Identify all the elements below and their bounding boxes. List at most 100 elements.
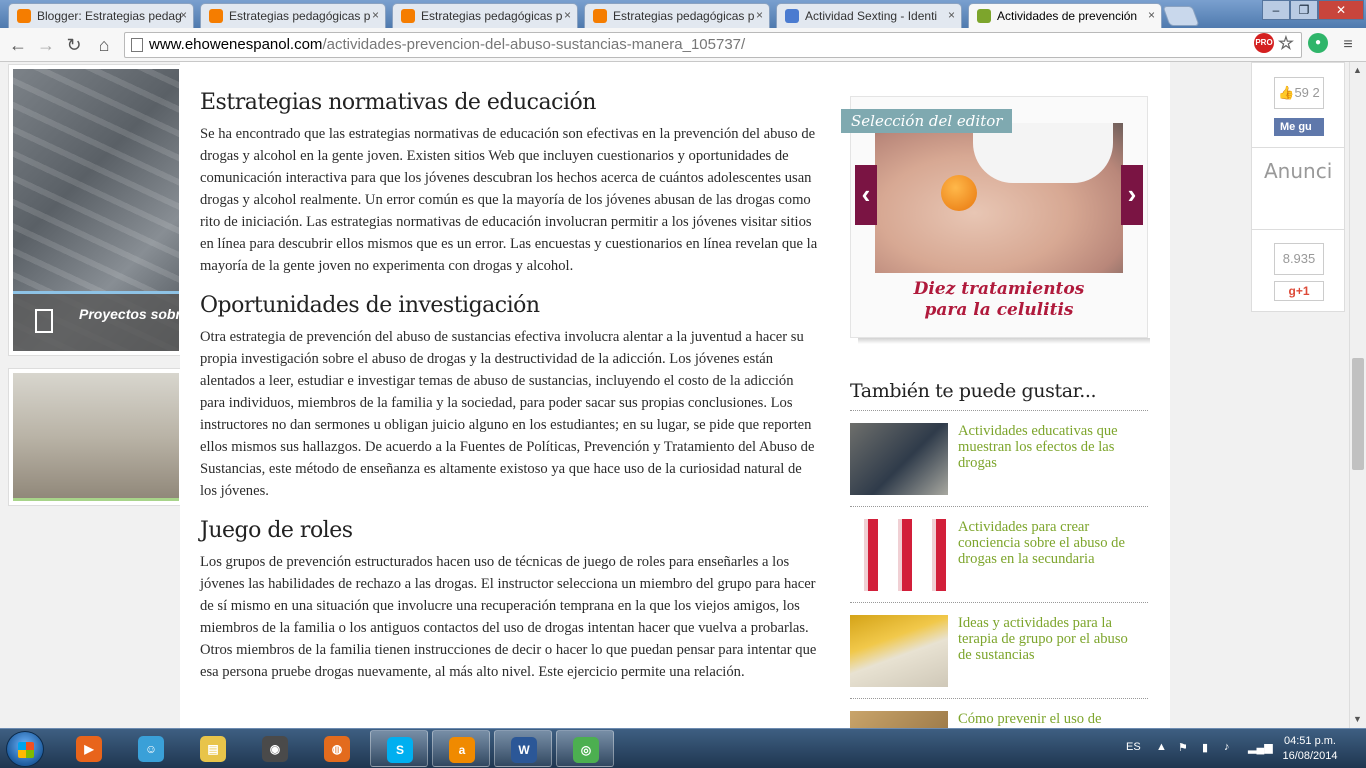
taskbar-app-file-explorer[interactable]: ▤	[184, 730, 242, 767]
carousel-next-button[interactable]: ›	[1121, 165, 1143, 225]
related-item[interactable]: Actividades educativas que muestran los …	[850, 411, 1148, 507]
volume-icon[interactable]: ♪	[1224, 741, 1230, 753]
action-center-flag-icon[interactable]: ⚑	[1178, 741, 1188, 754]
chrome-icon: ◎	[573, 737, 599, 763]
page-icon	[131, 38, 143, 52]
tab-estrategias-3[interactable]: Estrategias pedagógicas p ×	[584, 3, 770, 28]
firefox-icon: ◍	[324, 736, 350, 762]
tab-sexting[interactable]: Actividad Sexting - Identi ×	[776, 3, 962, 28]
minimize-button[interactable]: ‒	[1262, 0, 1290, 20]
reload-button[interactable]: ↻	[62, 33, 86, 57]
related-link[interactable]: Actividades educativas que muestran los …	[958, 423, 1144, 471]
related-item[interactable]: Cómo prevenir el uso de	[850, 699, 1148, 728]
taskbar-app-firefox[interactable]: ◍	[308, 730, 366, 767]
extension-icon[interactable]: ●	[1308, 33, 1328, 53]
blogger-icon	[593, 9, 607, 23]
widget-shadow	[858, 338, 1150, 344]
bookmark-star-icon[interactable]: ☆	[1276, 33, 1296, 53]
editor-pick-tag: Selección del editor	[841, 109, 1013, 133]
gplus-button[interactable]: g+1	[1274, 281, 1324, 301]
tab-estrategias-1[interactable]: Estrategias pedagógicas p ×	[200, 3, 386, 28]
related-thumbnail	[850, 519, 948, 591]
browser-titlebar: Blogger: Estrategias pedag × Estrategias…	[0, 0, 1366, 28]
tab-estrategias-2[interactable]: Estrategias pedagógicas p ×	[392, 3, 578, 28]
section-body: Otra estrategia de prevención del abuso …	[200, 329, 815, 499]
forward-button[interactable]: →	[34, 33, 58, 57]
close-icon[interactable]: ×	[1148, 8, 1155, 22]
tab-label: Blogger: Estrategias pedag	[37, 9, 182, 23]
tab-label: Actividad Sexting - Identi	[805, 9, 938, 23]
close-icon[interactable]: ×	[756, 8, 763, 22]
show-hidden-icons[interactable]: ▲	[1156, 741, 1167, 753]
start-button[interactable]	[6, 731, 44, 767]
taskbar-app-word[interactable]: W	[494, 730, 552, 767]
taskbar-app-network-people[interactable]: ☺	[122, 730, 180, 767]
carousel-prev-button[interactable]: ‹	[855, 165, 877, 225]
related-title: También te puede gustar...	[850, 380, 1097, 402]
media-player-icon: ▶	[76, 736, 102, 762]
document-icon	[785, 9, 799, 23]
word-icon: W	[511, 737, 537, 763]
gplus-count: 8.935	[1274, 243, 1324, 275]
scrollbar-thumb[interactable]	[1352, 358, 1364, 470]
language-indicator[interactable]: ES	[1126, 741, 1141, 753]
close-icon[interactable]: ×	[564, 8, 571, 22]
taskbar-app-avast[interactable]: a	[432, 730, 490, 767]
related-thumbnail	[850, 711, 948, 728]
taskbar-app-webcam[interactable]: ◉	[246, 730, 304, 767]
pro-extension-icon[interactable]: PRO	[1254, 33, 1274, 53]
tab-blogger[interactable]: Blogger: Estrategias pedag ×	[8, 3, 194, 28]
orange-shape	[941, 175, 977, 211]
section-body: Se ha encontrado que las estrategias nor…	[200, 126, 818, 274]
windows-taskbar: ▶ ☺ ▤ ◉ ◍ Sa W ◎ ES ▲ ⚑ ▮ ♪ ▂▄▆ 04:51 p.m. 16/0…	[0, 728, 1366, 768]
network-icon[interactable]: ▂▄▆	[1248, 741, 1273, 754]
close-window-button[interactable]: ✕	[1318, 0, 1364, 20]
related-card-drugs[interactable]: Proyectos sobre drogas para adolescentes	[8, 64, 184, 356]
url-path: /actividades-prevencion-del-abuso-sustan…	[322, 36, 746, 53]
ehow-icon	[977, 9, 991, 23]
classroom-image	[13, 373, 179, 501]
related-item[interactable]: Ideas y actividades para la terapia de g…	[850, 603, 1148, 699]
power-icon[interactable]: ▮	[1202, 741, 1208, 754]
related-item[interactable]: Actividades para crear conciencia sobre …	[850, 507, 1148, 603]
related-link[interactable]: Actividades para crear conciencia sobre …	[958, 519, 1144, 567]
editor-pick-caption[interactable]: Diez tratamientos para la celulitis	[851, 279, 1147, 321]
related-card-classroom[interactable]	[8, 368, 184, 506]
blogger-icon	[209, 9, 223, 23]
fb-like-button[interactable]: Me gu	[1274, 118, 1324, 136]
tab-label: Estrategias pedagógicas p	[421, 9, 563, 23]
close-icon[interactable]: ×	[948, 8, 955, 22]
browser-toolbar: ← → ↻ ⌂ www.ehowenespanol.com/actividade…	[0, 28, 1366, 62]
avast-icon: a	[449, 737, 475, 763]
editor-pick-image[interactable]	[875, 123, 1123, 273]
social-sidebar: 👍59 2 Me gu Anunci 8.935 g+1	[1251, 62, 1345, 312]
taskbar-app-skype[interactable]: S	[370, 730, 428, 767]
tab-actividades[interactable]: Actividades de prevención ×	[968, 3, 1162, 28]
maximize-button[interactable]: ❐	[1290, 0, 1318, 20]
tab-label: Actividades de prevención	[997, 9, 1138, 23]
syringes-image: Proyectos sobre drogas para adolescentes	[13, 69, 179, 351]
scroll-down-icon[interactable]: ▼	[1353, 714, 1362, 724]
related-link[interactable]: Cómo prevenir el uso de	[958, 711, 1144, 727]
back-button[interactable]: ←	[6, 33, 30, 57]
address-bar[interactable]: www.ehowenespanol.com/actividades-preven…	[124, 32, 1302, 58]
section-heading: Juego de roles	[200, 518, 353, 543]
taskbar-clock[interactable]: 04:51 p.m. 16/08/2014	[1270, 734, 1350, 764]
close-icon[interactable]: ×	[180, 8, 187, 22]
home-button[interactable]: ⌂	[92, 33, 116, 57]
scroll-up-icon[interactable]: ▲	[1353, 65, 1362, 75]
divider	[1252, 229, 1344, 230]
article-content: Estrategias normativas de educación Se h…	[200, 90, 822, 699]
related-link[interactable]: Ideas y actividades para la terapia de g…	[958, 615, 1144, 663]
tab-label: Estrategias pedagógicas p	[229, 9, 371, 23]
page-scrollbar[interactable]: ▲ ▼	[1349, 62, 1366, 728]
url-domain: www.ehowenespanol.com	[149, 36, 323, 53]
close-icon[interactable]: ×	[372, 8, 379, 22]
divider	[1252, 147, 1344, 148]
taskbar-app-chrome[interactable]: ◎	[556, 730, 614, 767]
new-tab-button[interactable]	[1162, 6, 1200, 26]
ad-label: Anunci	[1264, 159, 1333, 183]
section-heading: Estrategias normativas de educación	[200, 90, 596, 115]
taskbar-app-media-player[interactable]: ▶	[60, 730, 118, 767]
menu-icon[interactable]: ≡	[1336, 33, 1360, 57]
